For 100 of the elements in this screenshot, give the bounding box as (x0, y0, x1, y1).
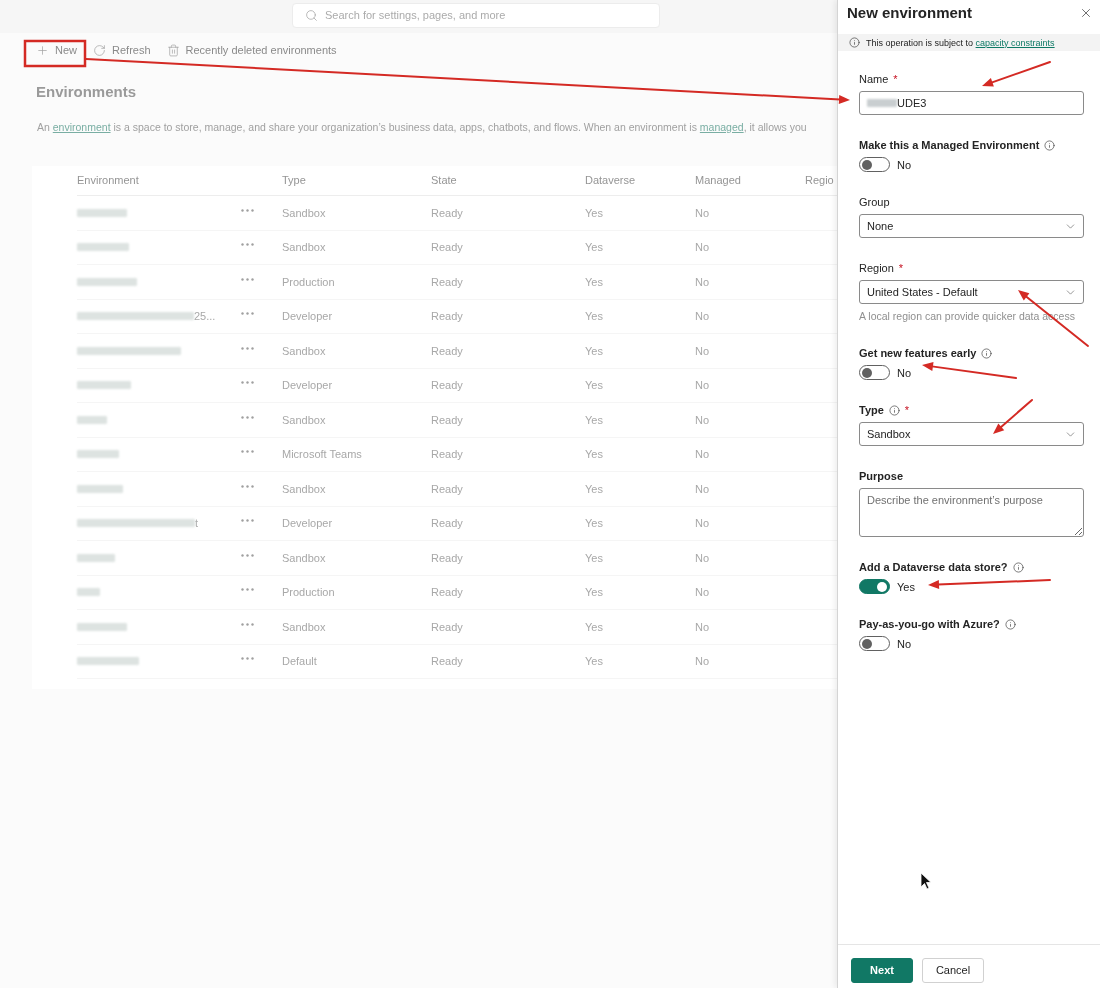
description-text: An environment is a space to store, manage, and share your organization’s business data, apps, chatbots, and flows. When an environment is managed, it allows you (37, 120, 807, 134)
more-icon (241, 415, 254, 419)
annotation-arrow (982, 61, 1051, 87)
table-cell-text: Ready (431, 309, 463, 324)
table-cell-text: Yes (585, 481, 603, 497)
column-header: State (431, 173, 457, 189)
table-cell-text: Yes (585, 447, 603, 462)
table-cell-text: Production (282, 585, 335, 600)
column-header: Regio (805, 173, 834, 189)
more-options-button[interactable] (240, 448, 255, 456)
table-cell-text: No (695, 516, 710, 531)
required-mark: * (893, 72, 898, 86)
table-cell-text: Default (282, 654, 317, 669)
more-options-button[interactable] (240, 586, 255, 594)
table-cell-text: Ready (431, 550, 463, 566)
table-cell-text: 25... (194, 309, 216, 324)
toggle-state-text: No (897, 636, 912, 651)
more-options-button[interactable] (240, 379, 255, 387)
more-options-button[interactable] (240, 241, 255, 249)
column-header: Environment (77, 173, 139, 189)
table-cell-text: No (695, 585, 710, 600)
more-options-button[interactable] (240, 413, 255, 421)
table-cell-text: Developer (282, 516, 333, 531)
redacted-text (77, 208, 127, 217)
dropdown[interactable]: None (859, 214, 1084, 238)
table-cell-text: Sandbox (282, 412, 326, 428)
secondary-button[interactable]: Cancel (922, 958, 984, 983)
new-button[interactable]: New (31, 39, 82, 61)
table-cell-text: Yes (585, 343, 603, 359)
more-icon (241, 519, 254, 523)
toggle-switch[interactable] (859, 579, 890, 594)
more-options-button[interactable] (240, 517, 255, 525)
field-label: Name (859, 72, 889, 86)
more-options-button[interactable] (240, 620, 255, 628)
field-label: Group (859, 195, 890, 209)
close-icon (1079, 6, 1093, 20)
close-button[interactable] (1079, 6, 1093, 20)
table-cell-text: Ready (431, 654, 463, 669)
recently-deleted-button[interactable]: Recently deleted environments (161, 39, 342, 61)
column-header: Dataverse (585, 173, 636, 189)
table-cell-text: Sandbox (282, 481, 326, 497)
dropdown[interactable]: Sandbox (859, 422, 1084, 446)
mouse-pointer-icon (920, 872, 932, 890)
table-cell-text: Yes (585, 205, 603, 221)
table-cell-text: Ready (431, 412, 463, 428)
table-cell-text: No (695, 550, 710, 566)
field-label: Get new features early (859, 346, 977, 360)
primary-button[interactable]: Next (851, 958, 913, 983)
table-cell-text: Yes (585, 240, 603, 255)
toggle-state-text: Yes (897, 579, 915, 594)
annotation-frame (23, 39, 87, 68)
search-icon (305, 9, 318, 22)
link[interactable]: capacity constraints (975, 37, 1055, 48)
toggle-switch[interactable] (859, 157, 890, 172)
redacted-text (77, 657, 139, 666)
dropdown[interactable]: United States - Default (859, 280, 1084, 304)
table-cell-text: No (695, 654, 710, 669)
more-icon (241, 588, 254, 592)
more-options-button[interactable] (240, 310, 255, 318)
more-options-button[interactable] (240, 206, 255, 214)
redacted-text (77, 588, 100, 597)
redacted-text (77, 381, 131, 390)
annotation-arrow (993, 399, 1033, 434)
table-cell-text: Microsoft Teams (282, 447, 362, 462)
toggle-switch[interactable] (859, 365, 890, 380)
redacted-text (77, 553, 115, 562)
more-options-button[interactable] (240, 482, 255, 490)
trash-icon (166, 43, 180, 57)
notice-text: This operation is subject to capacity constraints (866, 36, 1055, 49)
text-input-field[interactable]: UDE3 (859, 91, 1084, 115)
more-icon (241, 622, 254, 626)
table-cell-text: Yes (585, 619, 603, 635)
more-options-button[interactable] (240, 344, 255, 352)
column-header: Type (282, 173, 306, 189)
required-mark: * (904, 403, 910, 417)
toggle-switch[interactable] (859, 636, 890, 651)
table-cell-text: Yes (585, 412, 603, 428)
more-options-button[interactable] (240, 275, 255, 283)
table-cell-text: No (695, 378, 710, 393)
table-cell-text: Yes (585, 274, 603, 290)
table-cell-text: t (195, 516, 199, 531)
more-icon (241, 450, 254, 454)
table-cell-text: Sandbox (282, 240, 326, 255)
table-cell-text: No (695, 309, 710, 324)
info-icon (849, 37, 860, 48)
more-options-button[interactable] (240, 551, 255, 559)
panel-title: New environment (847, 3, 973, 23)
more-icon (241, 553, 254, 557)
more-icon (241, 208, 254, 212)
toggle-state-text: No (897, 365, 912, 380)
table-cell-text: Ready (431, 447, 463, 462)
field-label: Purpose (859, 469, 903, 483)
refresh-button[interactable]: Refresh (88, 39, 156, 61)
more-options-button[interactable] (240, 655, 255, 663)
table-cell-text: Ready (431, 585, 463, 600)
table-cell-text: Yes (585, 550, 603, 566)
table-cell-text: Developer (282, 309, 333, 324)
redacted-text (77, 277, 137, 286)
text-area-field[interactable]: Describe the environment’s purpose (859, 488, 1084, 537)
table-cell-text: Developer (282, 378, 333, 393)
